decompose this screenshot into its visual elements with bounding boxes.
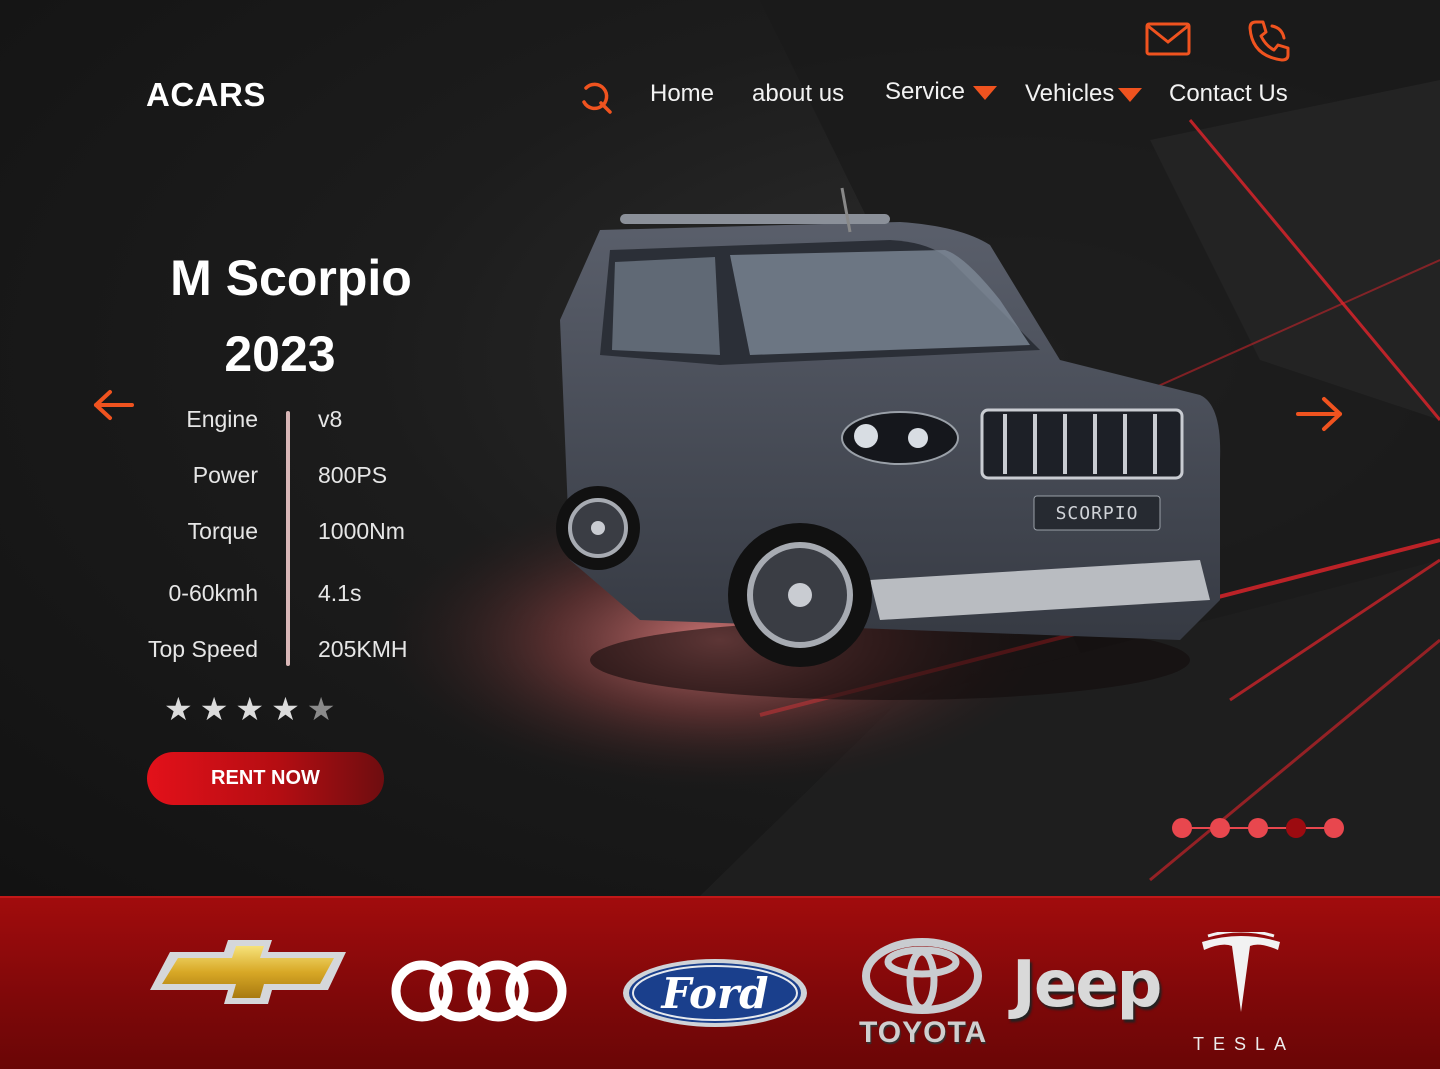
tesla-wordmark: TESLA [1193,1034,1296,1054]
nav-vehicles[interactable]: Vehicles [1025,80,1143,108]
spec-value: 800PS [318,462,388,488]
vehicle-title: M Scorpio 2023 [126,240,456,392]
nav-service-label: Service [885,78,966,105]
carousel-dot[interactable] [1286,818,1306,838]
spec-value: v8 [318,406,343,432]
nav-contact-us[interactable]: Contact Us [1169,80,1288,108]
carousel-dot[interactable] [1248,818,1268,838]
nav-vehicles-label: Vehicles [1025,80,1115,107]
chevron-down-icon [973,85,998,100]
star-icon: ★ [306,691,343,727]
ford-wordmark: Ford [660,969,768,1018]
star-icon: ★ [164,691,200,727]
mail-icon[interactable] [1144,20,1192,58]
vehicle-badge: SCORPIO [1056,503,1139,524]
toyota-wordmark: TOYOTA [859,1016,988,1049]
vehicle-year: 2023 [224,326,336,382]
star-icon: ★ [271,691,307,727]
spec-label: Power [192,462,258,488]
nav-about-us[interactable]: about us [752,80,844,108]
rating-stars: ★★★★★ [164,690,342,728]
spec-label: Torque [187,518,258,544]
toyota-logo[interactable] [862,938,982,1016]
spec-label: Top Speed [148,636,258,662]
chevron-down-icon [1118,87,1143,102]
brand-logos-bar: Ford TOYOTA Jeep TESLA [0,896,1440,1069]
spec-value: 4.1s [318,580,362,606]
carousel-dot[interactable] [1324,818,1344,838]
phone-icon[interactable] [1246,18,1292,64]
chevrolet-logo[interactable] [148,938,348,1008]
spec-label: Engine [186,406,258,432]
spec-divider [286,411,290,666]
spec-value: 205KMH [318,636,408,662]
jeep-logo[interactable]: Jeep [1012,948,1162,1022]
ford-logo[interactable]: Ford [620,956,810,1030]
search-icon[interactable] [578,80,614,116]
star-icon: ★ [235,691,272,727]
star-icon: ★ [199,691,236,727]
spec-value: 1000Nm [318,518,405,544]
carousel-indicators [1172,818,1344,838]
nav-service[interactable]: Service [885,78,998,106]
spec-label: 0-60kmh [168,580,258,606]
carousel-dot[interactable] [1172,818,1192,838]
rent-now-button[interactable]: RENT NOW [147,752,384,805]
tesla-logo[interactable] [1198,932,1284,1018]
carousel-dot[interactable] [1210,818,1230,838]
brand-logo[interactable]: ACARS [146,76,266,114]
arrow-right-icon[interactable] [1294,394,1346,434]
audi-logo[interactable] [390,958,570,1024]
arrow-left-icon[interactable] [92,388,134,422]
nav-home[interactable]: Home [650,80,714,108]
vehicle-name: M Scorpio [170,250,412,306]
hero-section: SCORPIO ACARS Home about us Service Vehi… [0,0,1440,896]
